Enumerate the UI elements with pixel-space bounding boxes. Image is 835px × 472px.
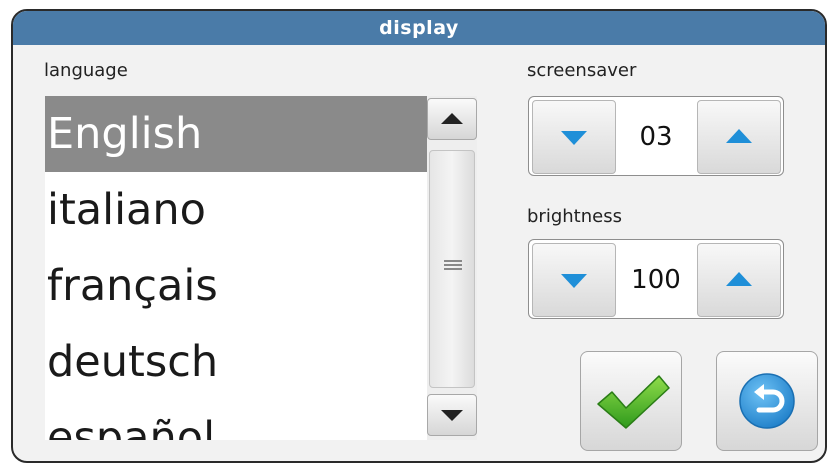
language-label: language [44, 60, 128, 81]
arrow-up-icon [441, 113, 463, 124]
language-list[interactable]: English italiano français deutsch españo… [45, 96, 428, 440]
brightness-spinner: 100 [528, 239, 784, 319]
language-item-deutsch[interactable]: deutsch [45, 324, 428, 400]
brightness-label: brightness [527, 206, 622, 227]
screensaver-decrease-button[interactable] [532, 100, 616, 174]
scroll-down-button[interactable] [427, 394, 477, 436]
scroll-up-button[interactable] [427, 98, 477, 140]
arrow-down-icon [561, 131, 587, 145]
brightness-increase-button[interactable] [697, 243, 781, 317]
scroll-thumb[interactable] [429, 150, 475, 388]
grip-icon [444, 260, 462, 270]
screensaver-label: screensaver [527, 60, 637, 81]
brightness-decrease-button[interactable] [532, 243, 616, 317]
confirm-button[interactable] [580, 351, 682, 451]
screensaver-increase-button[interactable] [697, 100, 781, 174]
screensaver-spinner: 03 [528, 96, 784, 176]
arrow-down-icon [441, 410, 463, 421]
arrow-down-icon [561, 274, 587, 288]
language-scrollbar[interactable] [427, 96, 477, 440]
undo-arrow-icon [739, 373, 795, 429]
checkmark-icon [597, 375, 670, 429]
back-button[interactable] [716, 351, 818, 451]
arrow-up-icon [726, 272, 752, 286]
arrow-up-icon [726, 129, 752, 143]
language-item-espanol[interactable]: español [45, 400, 428, 440]
dialog-title: display [13, 11, 825, 45]
language-item-english[interactable]: English [45, 96, 428, 172]
language-item-italiano[interactable]: italiano [45, 172, 428, 248]
screensaver-value: 03 [639, 122, 673, 152]
language-item-francais[interactable]: français [45, 248, 428, 324]
display-dialog: display language English italiano frança… [11, 9, 827, 463]
brightness-value: 100 [631, 265, 681, 295]
